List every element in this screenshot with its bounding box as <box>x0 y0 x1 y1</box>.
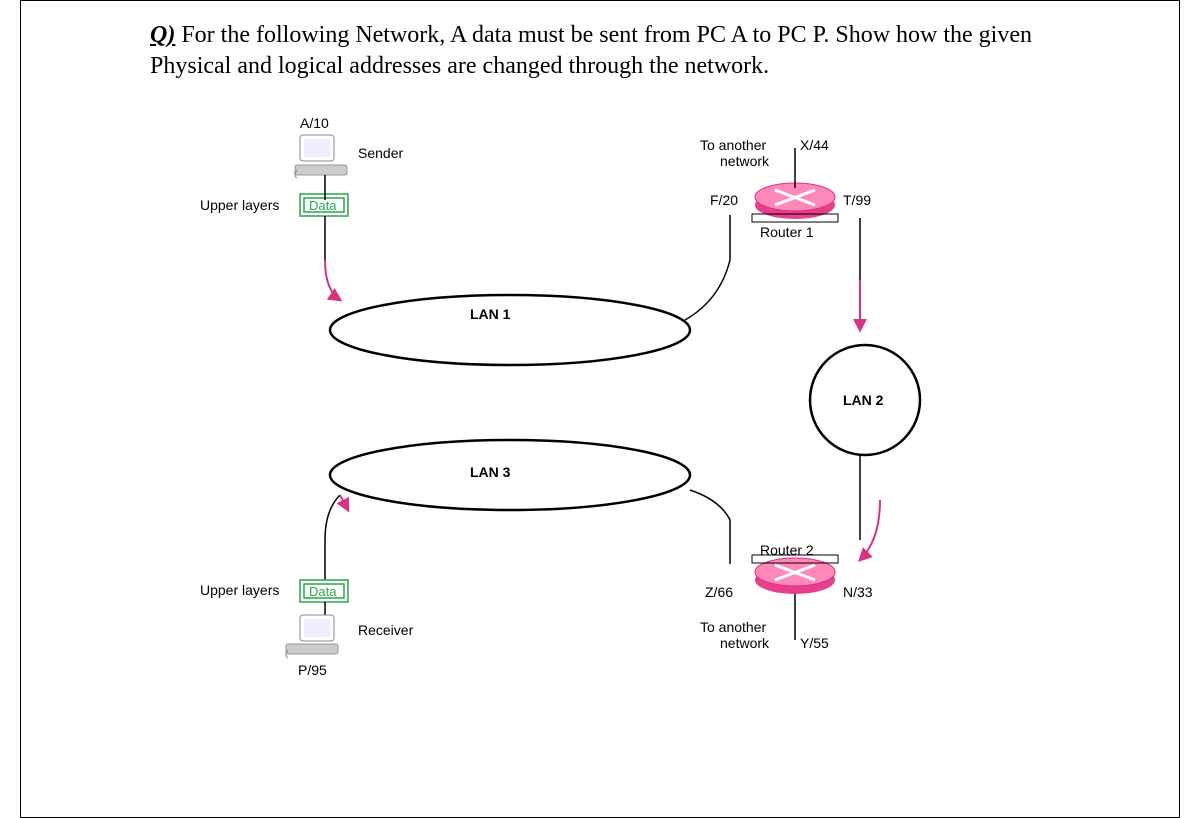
receiver-layers-label: Upper layers <box>200 582 279 598</box>
router1-ext-label-1: To another <box>700 137 766 153</box>
sender-role: Sender <box>358 145 403 161</box>
router1-left-if: F/20 <box>710 192 738 208</box>
sender-layers-label: Upper layers <box>200 197 279 213</box>
receiver-layers: Upper layers Data <box>200 580 348 602</box>
receiver-role: Receiver <box>358 622 414 638</box>
router2-right-if: N/33 <box>843 584 873 600</box>
router1: Router 1 F/20 T/99 X/44 To another netwo… <box>700 137 871 240</box>
router2-name: Router 2 <box>760 542 814 558</box>
router2-left-if: Z/66 <box>705 584 733 600</box>
lan3-label: LAN 3 <box>470 464 511 480</box>
router2-ext-if: Y/55 <box>800 635 829 651</box>
receiver-address: P/95 <box>298 662 327 678</box>
receiver-pc: Receiver P/95 <box>286 615 414 678</box>
router1-name: Router 1 <box>760 224 814 240</box>
lan2-label: LAN 2 <box>843 392 884 408</box>
sender-data-label: Data <box>309 198 337 213</box>
router2: Router 2 Z/66 N/33 Y/55 To another netwo… <box>700 542 873 651</box>
router2-ext-label-2: network <box>720 635 770 651</box>
sender-address: A/10 <box>300 115 329 131</box>
router1-right-if: T/99 <box>843 192 871 208</box>
diagram-canvas: A/10 Sender Upper layers Data LAN 1 <box>0 0 1200 818</box>
receiver-data-label: Data <box>309 584 337 599</box>
sender-layers: Upper layers Data <box>200 194 348 216</box>
sender-pc: A/10 Sender <box>295 115 403 178</box>
router1-ext-if: X/44 <box>800 137 829 153</box>
router1-ext-label-2: network <box>720 153 770 169</box>
router2-ext-label-1: To another <box>700 619 766 635</box>
lan1-label: LAN 1 <box>470 306 511 322</box>
